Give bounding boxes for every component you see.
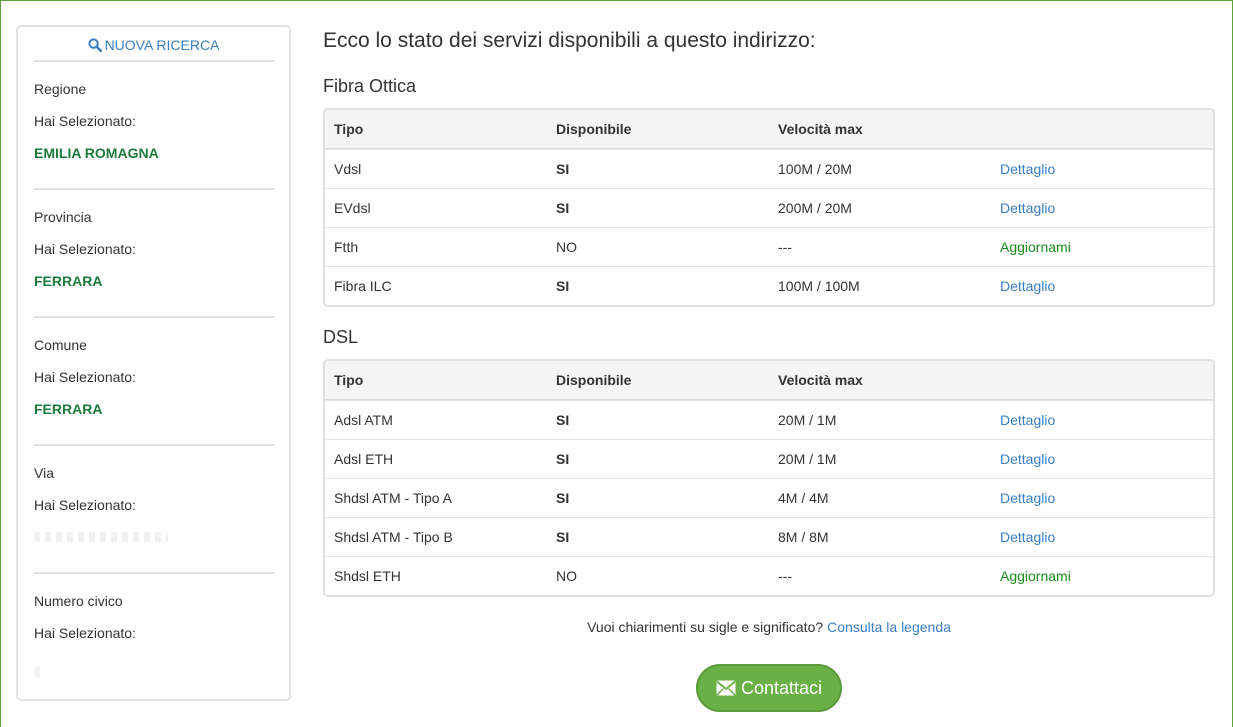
region-selected-prefix: Hai Selezionato: <box>34 113 136 129</box>
table-row: Fibra ILC SI 100M / 100M Dettaglio <box>325 266 1213 305</box>
table-row: Shdsl ETH NO --- Aggiornami <box>325 556 1213 595</box>
group-title-dsl: DSL <box>323 327 359 347</box>
group-title-fibra: Fibra Ottica <box>323 76 417 96</box>
service-available: NO <box>556 568 577 584</box>
region-section: Regione Hai Selezionato: EMILIA ROMAGNA <box>33 62 274 190</box>
house-number-selected-prefix: Hai Selezionato: <box>34 625 136 641</box>
service-speed: 200M / 20M <box>778 200 852 216</box>
municipality-label: Comune <box>34 337 87 353</box>
legend-question: Vuoi chiarimenti su sigle e significato? <box>587 619 824 635</box>
column-header-speed: Velocità max <box>778 121 863 137</box>
fibra-services-table: Tipo Disponibile Velocità max Vdsl SI 10… <box>323 108 1215 307</box>
service-speed: 20M / 1M <box>778 451 837 467</box>
province-section: Provincia Hai Selezionato: FERRARA <box>33 190 274 318</box>
region-label: Regione <box>34 81 87 97</box>
service-type: Shdsl ATM - Tipo B <box>334 529 453 545</box>
notify-me-link[interactable]: Aggiornami <box>990 239 1071 255</box>
service-speed: --- <box>778 568 792 584</box>
table-row: Vdsl SI 100M / 20M Dettaglio <box>325 149 1213 188</box>
service-available: SI <box>556 451 570 467</box>
contact-button[interactable]: Contattaci <box>696 664 842 712</box>
detail-link[interactable]: Dettaglio <box>990 278 1055 294</box>
detail-link[interactable]: Dettaglio <box>990 529 1055 545</box>
column-header-available: Disponibile <box>556 372 632 388</box>
service-type: Adsl ETH <box>334 451 394 467</box>
column-header-available: Disponibile <box>556 121 632 137</box>
legend-prompt: Vuoi chiarimenti su sigle e significato?… <box>323 619 1215 635</box>
service-type: EVdsl <box>334 200 371 216</box>
service-speed: 4M / 4M <box>778 490 829 506</box>
service-available: SI <box>556 529 570 545</box>
service-available: NO <box>556 239 577 255</box>
service-speed: 8M / 8M <box>778 529 829 545</box>
street-redacted-value <box>34 532 168 542</box>
table-row: Shdsl ATM - Tipo A SI 4M / 4M Dettaglio <box>325 478 1213 517</box>
table-row: Ftth NO --- Aggiornami <box>325 227 1213 266</box>
house-number-redacted-value <box>34 667 44 677</box>
region-selected-value: EMILIA ROMAGNA <box>34 145 159 161</box>
detail-link[interactable]: Dettaglio <box>990 412 1055 428</box>
service-type: Shdsl ATM - Tipo A <box>334 490 453 506</box>
municipality-selected-value: FERRARA <box>34 401 103 417</box>
detail-link[interactable]: Dettaglio <box>990 200 1055 216</box>
service-available: SI <box>556 490 570 506</box>
province-label: Provincia <box>34 209 92 225</box>
house-number-label: Numero civico <box>34 593 123 609</box>
province-selected-value: FERRARA <box>34 273 103 289</box>
search-icon <box>87 38 102 52</box>
column-header-type: Tipo <box>334 372 364 388</box>
search-sidebar: NUOVA RICERCA Regione Hai Selezionato: E… <box>16 25 291 701</box>
envelope-icon <box>716 680 736 696</box>
service-available: SI <box>556 412 570 428</box>
service-speed: 100M / 20M <box>778 161 852 177</box>
table-row: Shdsl ATM - Tipo B SI 8M / 8M Dettaglio <box>325 517 1213 556</box>
service-available: SI <box>556 278 570 294</box>
service-speed: 100M / 100M <box>778 278 860 294</box>
province-selected-prefix: Hai Selezionato: <box>34 241 136 257</box>
dsl-services-table: Tipo Disponibile Velocità max Adsl ATM S… <box>323 359 1215 597</box>
table-row: EVdsl SI 200M / 20M Dettaglio <box>325 188 1213 227</box>
municipality-selected-prefix: Hai Selezionato: <box>34 369 136 385</box>
page-title: Ecco lo stato dei servizi disponibili a … <box>323 29 816 52</box>
service-available: SI <box>556 200 570 216</box>
service-speed: --- <box>778 239 792 255</box>
notify-me-link[interactable]: Aggiornami <box>990 568 1071 584</box>
service-type: Shdsl ETH <box>334 568 401 584</box>
service-speed: 20M / 1M <box>778 412 837 428</box>
legend-link[interactable]: Consulta la legenda <box>827 619 951 635</box>
new-search-label: NUOVA RICERCA <box>104 37 220 53</box>
column-header-speed: Velocità max <box>778 372 863 388</box>
municipality-section: Comune Hai Selezionato: FERRARA <box>33 318 274 446</box>
street-selected-prefix: Hai Selezionato: <box>34 497 136 513</box>
column-header-type: Tipo <box>334 121 364 137</box>
detail-link[interactable]: Dettaglio <box>990 161 1055 177</box>
service-available: SI <box>556 161 570 177</box>
service-type: Ftth <box>334 239 359 255</box>
contact-button-label: Contattaci <box>740 677 823 698</box>
detail-link[interactable]: Dettaglio <box>990 451 1055 467</box>
new-search-button[interactable]: NUOVA RICERCA <box>33 30 274 62</box>
street-section: Via Hai Selezionato: <box>33 446 274 574</box>
table-header: Tipo Disponibile Velocità max <box>325 361 1213 400</box>
street-label: Via <box>34 465 54 481</box>
house-number-section: Numero civico Hai Selezionato: <box>33 574 274 702</box>
table-row: Adsl ETH SI 20M / 1M Dettaglio <box>325 439 1213 478</box>
table-row: Adsl ATM SI 20M / 1M Dettaglio <box>325 400 1213 439</box>
service-type: Adsl ATM <box>334 412 393 428</box>
detail-link[interactable]: Dettaglio <box>990 490 1055 506</box>
table-header: Tipo Disponibile Velocità max <box>325 110 1213 149</box>
service-type: Fibra ILC <box>334 278 392 294</box>
service-type: Vdsl <box>334 161 362 177</box>
